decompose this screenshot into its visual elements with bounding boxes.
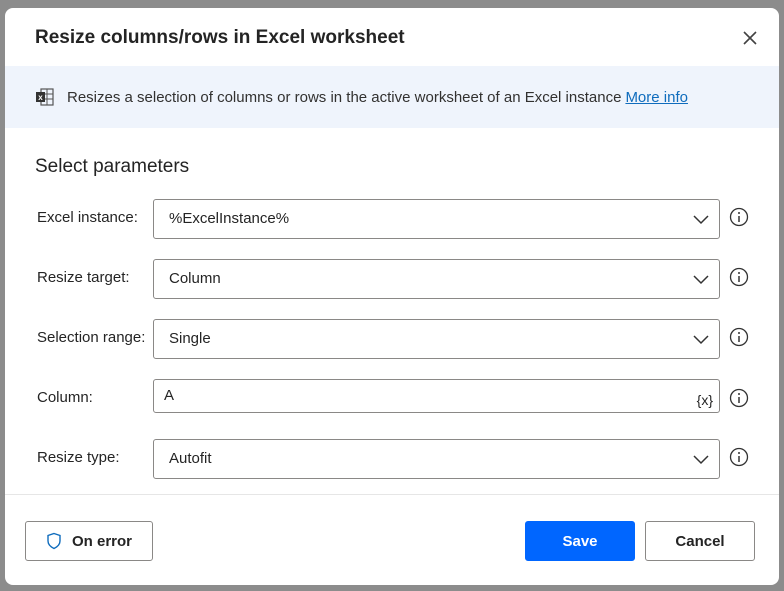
info-icon[interactable] (729, 327, 749, 347)
excel-icon: x (36, 88, 54, 106)
param-label: Resize target: (37, 269, 130, 286)
excel-instance-dropdown[interactable]: %ExcelInstance% (153, 199, 720, 239)
shield-icon (47, 532, 61, 550)
input-value: A (164, 387, 175, 404)
svg-text:x: x (38, 93, 43, 102)
chevron-down-icon (693, 455, 709, 465)
dropdown-value: Column (169, 270, 221, 287)
on-error-label: On error (71, 532, 132, 550)
description-banner: x Resizes a selection of columns or rows… (5, 66, 779, 128)
chevron-down-icon (693, 275, 709, 285)
param-resize-target: Resize target: Column (5, 259, 779, 299)
param-selection-range: Selection range: Single (5, 319, 779, 359)
resize-dialog: Resize columns/rows in Excel worksheet x… (5, 8, 779, 585)
selection-range-dropdown[interactable]: Single (153, 319, 720, 359)
resize-type-dropdown[interactable]: Autofit (153, 439, 720, 479)
description-text: Resizes a selection of columns or rows i… (67, 88, 622, 106)
info-icon[interactable] (729, 207, 749, 227)
param-column: Column: A {x} (5, 379, 779, 419)
save-button[interactable]: Save (525, 521, 635, 561)
section-title: Select parameters (35, 156, 190, 177)
dialog-title: Resize columns/rows in Excel worksheet (35, 27, 405, 48)
param-label: Excel instance: (37, 209, 138, 226)
param-label: Resize type: (37, 449, 120, 466)
cancel-button[interactable]: Cancel (645, 521, 755, 561)
info-icon[interactable] (729, 388, 749, 408)
column-input[interactable]: A {x} (153, 379, 720, 413)
param-excel-instance: Excel instance: %ExcelInstance% (5, 199, 779, 239)
info-icon[interactable] (729, 447, 749, 467)
footer-divider (5, 494, 779, 495)
param-label: Selection range: (37, 329, 146, 346)
more-info-link[interactable]: More info (625, 89, 688, 106)
close-icon[interactable] (738, 26, 762, 50)
param-label: Column: (37, 389, 93, 406)
dropdown-value: Autofit (169, 450, 212, 467)
dropdown-value: %ExcelInstance% (169, 210, 290, 227)
chevron-down-icon (693, 335, 709, 345)
chevron-down-icon (693, 215, 709, 225)
dropdown-value: Single (169, 330, 211, 347)
resize-target-dropdown[interactable]: Column (153, 259, 720, 299)
variable-button[interactable]: {x} (697, 384, 713, 416)
param-resize-type: Resize type: Autofit (5, 439, 779, 479)
on-error-button[interactable]: On error (25, 521, 153, 561)
info-icon[interactable] (729, 267, 749, 287)
